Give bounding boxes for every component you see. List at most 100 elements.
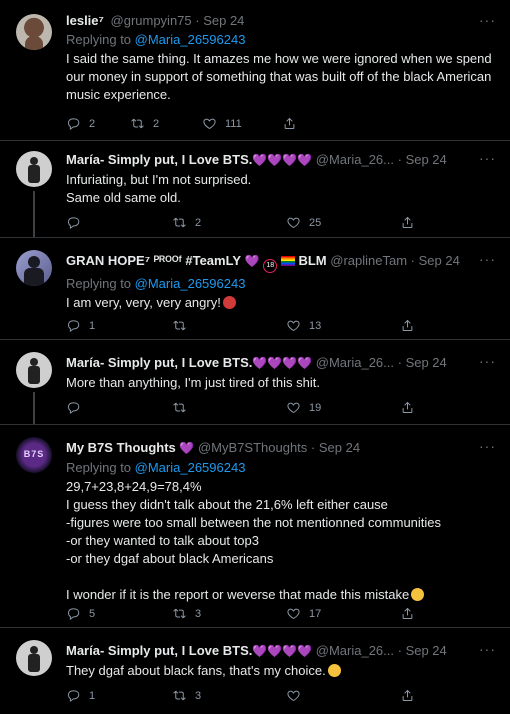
tweet-date[interactable]: Sep 24 bbox=[406, 643, 447, 658]
more-icon[interactable]: ··· bbox=[479, 12, 496, 28]
replying-to: Replying to @Maria_26596243 bbox=[66, 276, 246, 291]
tweet-text: Infuriating, but I'm not surprised. Same… bbox=[66, 172, 252, 205]
more-icon[interactable]: ··· bbox=[479, 641, 496, 657]
author-name[interactable]: María- Simply put, I Love BTS. bbox=[66, 643, 252, 658]
author-name[interactable]: María- Simply put, I Love BTS. bbox=[66, 355, 252, 370]
tweet-text: More than anything, I'm just tired of th… bbox=[66, 375, 320, 390]
reply-button[interactable]: 1 bbox=[66, 688, 95, 703]
retweet-count: 2 bbox=[195, 216, 202, 229]
avatar[interactable] bbox=[16, 352, 52, 388]
rainbow-flag-icon bbox=[280, 256, 295, 266]
tweet-date[interactable]: Sep 24 bbox=[419, 253, 460, 268]
reply-button[interactable]: 2 bbox=[66, 116, 95, 131]
tweet[interactable]: GRAN HOPE⁷ ᴾᴿᴼᴼᶠ #TeamLY 💜 18 BLM @rapli… bbox=[0, 238, 510, 339]
tweet[interactable]: leslie⁷ @grumpyin75 · Sep 24 Replying to… bbox=[0, 0, 510, 140]
avatar[interactable]: B7S bbox=[16, 437, 52, 473]
tweet-date[interactable]: Sep 24 bbox=[203, 13, 244, 28]
like-button[interactable] bbox=[286, 688, 309, 703]
tweet[interactable]: B7S My B7S Thoughts 💜 @MyB7SThoughts · S… bbox=[0, 425, 510, 627]
thread-line bbox=[33, 392, 35, 424]
purple-hearts: 💜💜💜💜 bbox=[252, 153, 313, 167]
author-handle[interactable]: @Maria_26... bbox=[316, 152, 394, 167]
share-button[interactable] bbox=[400, 318, 415, 333]
author-name[interactable]: leslie⁷ bbox=[66, 13, 104, 28]
reply-count: 2 bbox=[89, 117, 96, 130]
retweet-button[interactable] bbox=[172, 400, 195, 415]
reply-icon bbox=[66, 215, 81, 230]
like-count: 111 bbox=[225, 117, 242, 130]
mention-link[interactable]: @Maria_26596243 bbox=[135, 460, 246, 475]
author-handle[interactable]: @grumpyin75 bbox=[111, 13, 192, 28]
share-button[interactable] bbox=[400, 215, 415, 230]
tweet-date[interactable]: Sep 24 bbox=[406, 152, 447, 167]
retweet-count: 2 bbox=[153, 117, 160, 130]
mention-link[interactable]: @Maria_26596243 bbox=[135, 32, 246, 47]
share-icon bbox=[400, 606, 415, 621]
retweet-icon bbox=[172, 400, 187, 415]
share-button[interactable] bbox=[400, 606, 415, 621]
tweet[interactable]: María- Simply put, I Love BTS.💜💜💜💜 @Mari… bbox=[0, 141, 510, 237]
reply-button[interactable] bbox=[66, 215, 89, 230]
author-handle[interactable]: @MyB7SThoughts bbox=[198, 440, 307, 455]
author-name[interactable]: My B7S Thoughts bbox=[66, 440, 176, 455]
reply-button[interactable]: 1 bbox=[66, 318, 95, 333]
tweet-date[interactable]: Sep 24 bbox=[406, 355, 447, 370]
like-button[interactable]: 19 bbox=[286, 400, 321, 415]
author-name[interactable]: María- Simply put, I Love BTS. bbox=[66, 152, 252, 167]
avatar[interactable] bbox=[16, 14, 52, 50]
tweet-text: They dgaf about black fans, that's my ch… bbox=[66, 662, 496, 680]
like-button[interactable]: 13 bbox=[286, 318, 321, 333]
reply-icon bbox=[66, 400, 81, 415]
like-count: 19 bbox=[309, 401, 322, 414]
tweet[interactable]: María- Simply put, I Love BTS.💜💜💜💜 @Mari… bbox=[0, 628, 510, 714]
like-button[interactable]: 25 bbox=[286, 215, 321, 230]
avatar[interactable] bbox=[16, 250, 52, 286]
retweet-button[interactable]: 3 bbox=[172, 606, 201, 621]
more-icon[interactable]: ··· bbox=[479, 353, 496, 369]
reply-button[interactable]: 5 bbox=[66, 606, 95, 621]
share-button[interactable] bbox=[400, 400, 415, 415]
retweet-icon bbox=[172, 318, 187, 333]
avatar[interactable] bbox=[16, 640, 52, 676]
mention-link[interactable]: @Maria_26596243 bbox=[135, 276, 246, 291]
share-button[interactable] bbox=[282, 116, 297, 131]
more-icon[interactable]: ··· bbox=[479, 251, 496, 267]
author-handle[interactable]: @Maria_26... bbox=[316, 643, 394, 658]
heart-icon bbox=[286, 400, 301, 415]
purple-heart: 💜 bbox=[244, 254, 260, 268]
tweet-header: María- Simply put, I Love BTS.💜💜💜💜 @Mari… bbox=[66, 643, 447, 658]
more-icon[interactable]: ··· bbox=[479, 150, 496, 166]
author-handle[interactable]: @raplineTam bbox=[330, 253, 407, 268]
heart-icon bbox=[286, 318, 301, 333]
reply-count: 5 bbox=[89, 607, 96, 620]
retweet-button[interactable]: 2 bbox=[130, 116, 159, 131]
tweet-header: My B7S Thoughts 💜 @MyB7SThoughts · Sep 2… bbox=[66, 440, 361, 455]
angry-face-icon bbox=[222, 296, 236, 309]
avatar-b7s-text: B7S bbox=[23, 449, 45, 459]
grimacing-face-icon bbox=[327, 664, 341, 677]
tweet-date[interactable]: Sep 24 bbox=[319, 440, 360, 455]
retweet-count: 3 bbox=[195, 607, 202, 620]
retweet-button[interactable]: 2 bbox=[172, 215, 201, 230]
tweet-header: leslie⁷ @grumpyin75 · Sep 24 bbox=[66, 13, 245, 28]
thinking-face-icon bbox=[411, 588, 425, 601]
share-icon bbox=[400, 215, 415, 230]
share-button[interactable] bbox=[400, 688, 415, 703]
replying-to: Replying to @Maria_26596243 bbox=[66, 32, 246, 47]
retweet-icon bbox=[172, 606, 187, 621]
avatar[interactable] bbox=[16, 151, 52, 187]
age-18-icon: 18 bbox=[263, 259, 278, 273]
more-icon[interactable]: ··· bbox=[479, 438, 496, 454]
retweet-button[interactable] bbox=[172, 318, 195, 333]
author-name[interactable]: GRAN HOPE⁷ ᴾᴿᴼᴼᶠ #TeamLY bbox=[66, 253, 241, 268]
like-button[interactable]: 111 bbox=[202, 116, 242, 131]
tweet[interactable]: María- Simply put, I Love BTS.💜💜💜💜 @Mari… bbox=[0, 340, 510, 424]
reply-button[interactable] bbox=[66, 400, 89, 415]
retweet-icon bbox=[172, 215, 187, 230]
retweet-button[interactable]: 3 bbox=[172, 688, 201, 703]
like-button[interactable]: 17 bbox=[286, 606, 321, 621]
author-handle[interactable]: @Maria_26... bbox=[316, 355, 394, 370]
share-icon bbox=[282, 116, 297, 131]
retweet-count: 3 bbox=[195, 689, 202, 702]
heart-icon bbox=[286, 215, 301, 230]
